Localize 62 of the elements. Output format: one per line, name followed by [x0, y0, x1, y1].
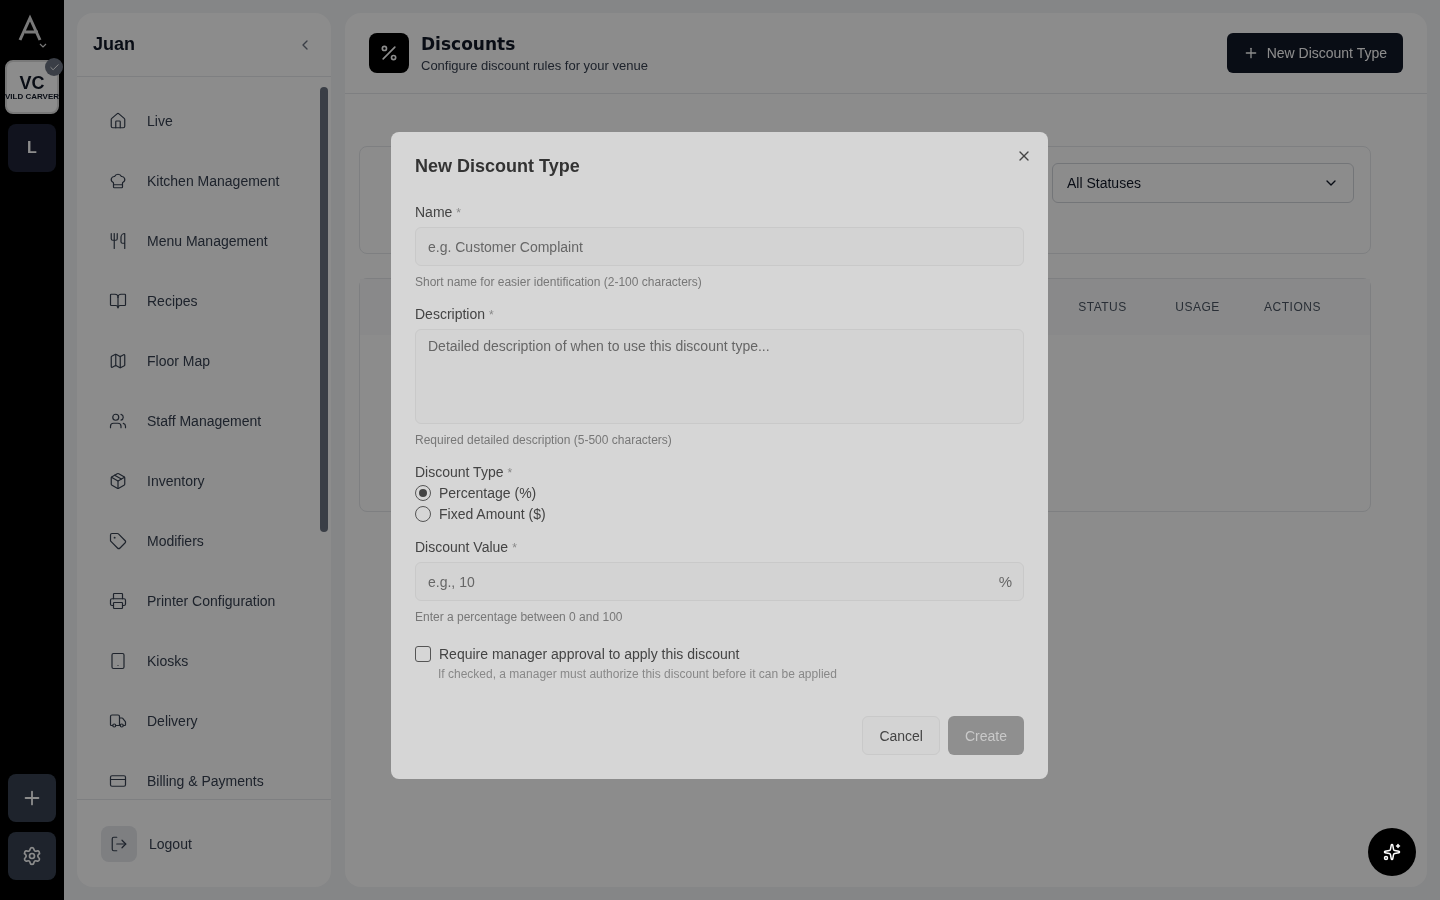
page-subtitle: Configure discount rules for your venue: [421, 57, 648, 73]
page-title: Discounts: [421, 33, 517, 54]
sidebar-title: Juan: [93, 34, 135, 55]
required-mark: *: [456, 206, 462, 220]
box-icon: [109, 472, 127, 490]
required-mark: *: [512, 541, 517, 555]
users-icon: [109, 412, 127, 430]
tablet-icon: [109, 652, 127, 670]
printer-icon: [109, 592, 127, 610]
radio-label: Fixed Amount ($): [439, 506, 546, 522]
chef-hat-icon: [109, 172, 127, 190]
field-label: Description: [415, 306, 486, 322]
sidebar-item[interactable]: Delivery: [101, 691, 317, 751]
percent-icon: [369, 33, 409, 73]
sidebar-item[interactable]: Floor Map: [101, 331, 317, 391]
field-label: Name: [415, 204, 453, 220]
logout-button[interactable]: Logout: [101, 825, 192, 862]
utensils-icon: [109, 232, 127, 250]
logo-icon[interactable]: [16, 14, 48, 50]
column-header[interactable]: ACTIONS: [1245, 300, 1340, 314]
status-select[interactable]: All Statuses: [1052, 163, 1354, 203]
dialog-title: New Discount Type: [415, 156, 581, 177]
sidebar-item[interactable]: Inventory: [101, 451, 317, 511]
field-hint: Required detailed description (5-500 characters): [415, 433, 673, 447]
checkbox-label: Require manager approval to apply this discount: [439, 646, 740, 662]
sidebar-item[interactable]: Menu Management: [101, 211, 317, 271]
field-hint: Short name for easier identification (2-100 characters): [415, 275, 703, 289]
tag-icon: [109, 532, 127, 550]
logout-icon: [110, 834, 128, 853]
field-hint: Enter a percentage between 0 and 100: [415, 610, 624, 624]
sidebar-item[interactable]: Kitchen Management: [101, 151, 317, 211]
settings-icon: [22, 846, 42, 866]
map-icon: [109, 352, 127, 370]
venue-avatar[interactable]: L: [8, 124, 56, 172]
sidebar-item[interactable]: Live: [101, 91, 317, 151]
sidebar-item[interactable]: Staff Management: [101, 391, 317, 451]
field-label: Discount Type: [415, 464, 504, 480]
add-button[interactable]: [8, 774, 56, 822]
radio-label: Percentage (%): [439, 485, 537, 501]
sparkle-icon: [1383, 843, 1401, 861]
required-mark: *: [507, 466, 513, 480]
column-header[interactable]: STATUS: [1055, 300, 1150, 314]
column-header[interactable]: USAGE: [1150, 300, 1245, 314]
input-field[interactable]: e.g. Customer Complaint: [415, 227, 1024, 266]
sidebar-item[interactable]: Recipes: [101, 271, 317, 331]
cancel-button[interactable]: Cancel: [862, 716, 940, 755]
card-icon: [109, 772, 127, 790]
unit-suffix: %: [998, 573, 1012, 590]
sidebar-item[interactable]: Kiosks: [101, 631, 317, 691]
required-mark: *: [489, 308, 494, 322]
sidebar-item[interactable]: Modifiers: [101, 511, 317, 571]
checkbox-hint: If checked, a manager must authorize this discount before it can be applied: [438, 667, 838, 681]
checkbox[interactable]: [415, 646, 431, 662]
settings-button[interactable]: [8, 832, 56, 880]
truck-icon: [109, 712, 127, 730]
sidebar-item[interactable]: Printer Configuration: [101, 571, 317, 631]
book-icon: [109, 292, 127, 310]
field-label: Discount Value: [415, 539, 509, 555]
home-icon: [109, 112, 127, 130]
textarea-field[interactable]: Detailed description of when to use this discount type...: [415, 329, 1024, 424]
sidebar-item[interactable]: Billing & Payments: [101, 751, 317, 799]
new-discount-button[interactable]: New Discount Type: [1226, 33, 1403, 73]
